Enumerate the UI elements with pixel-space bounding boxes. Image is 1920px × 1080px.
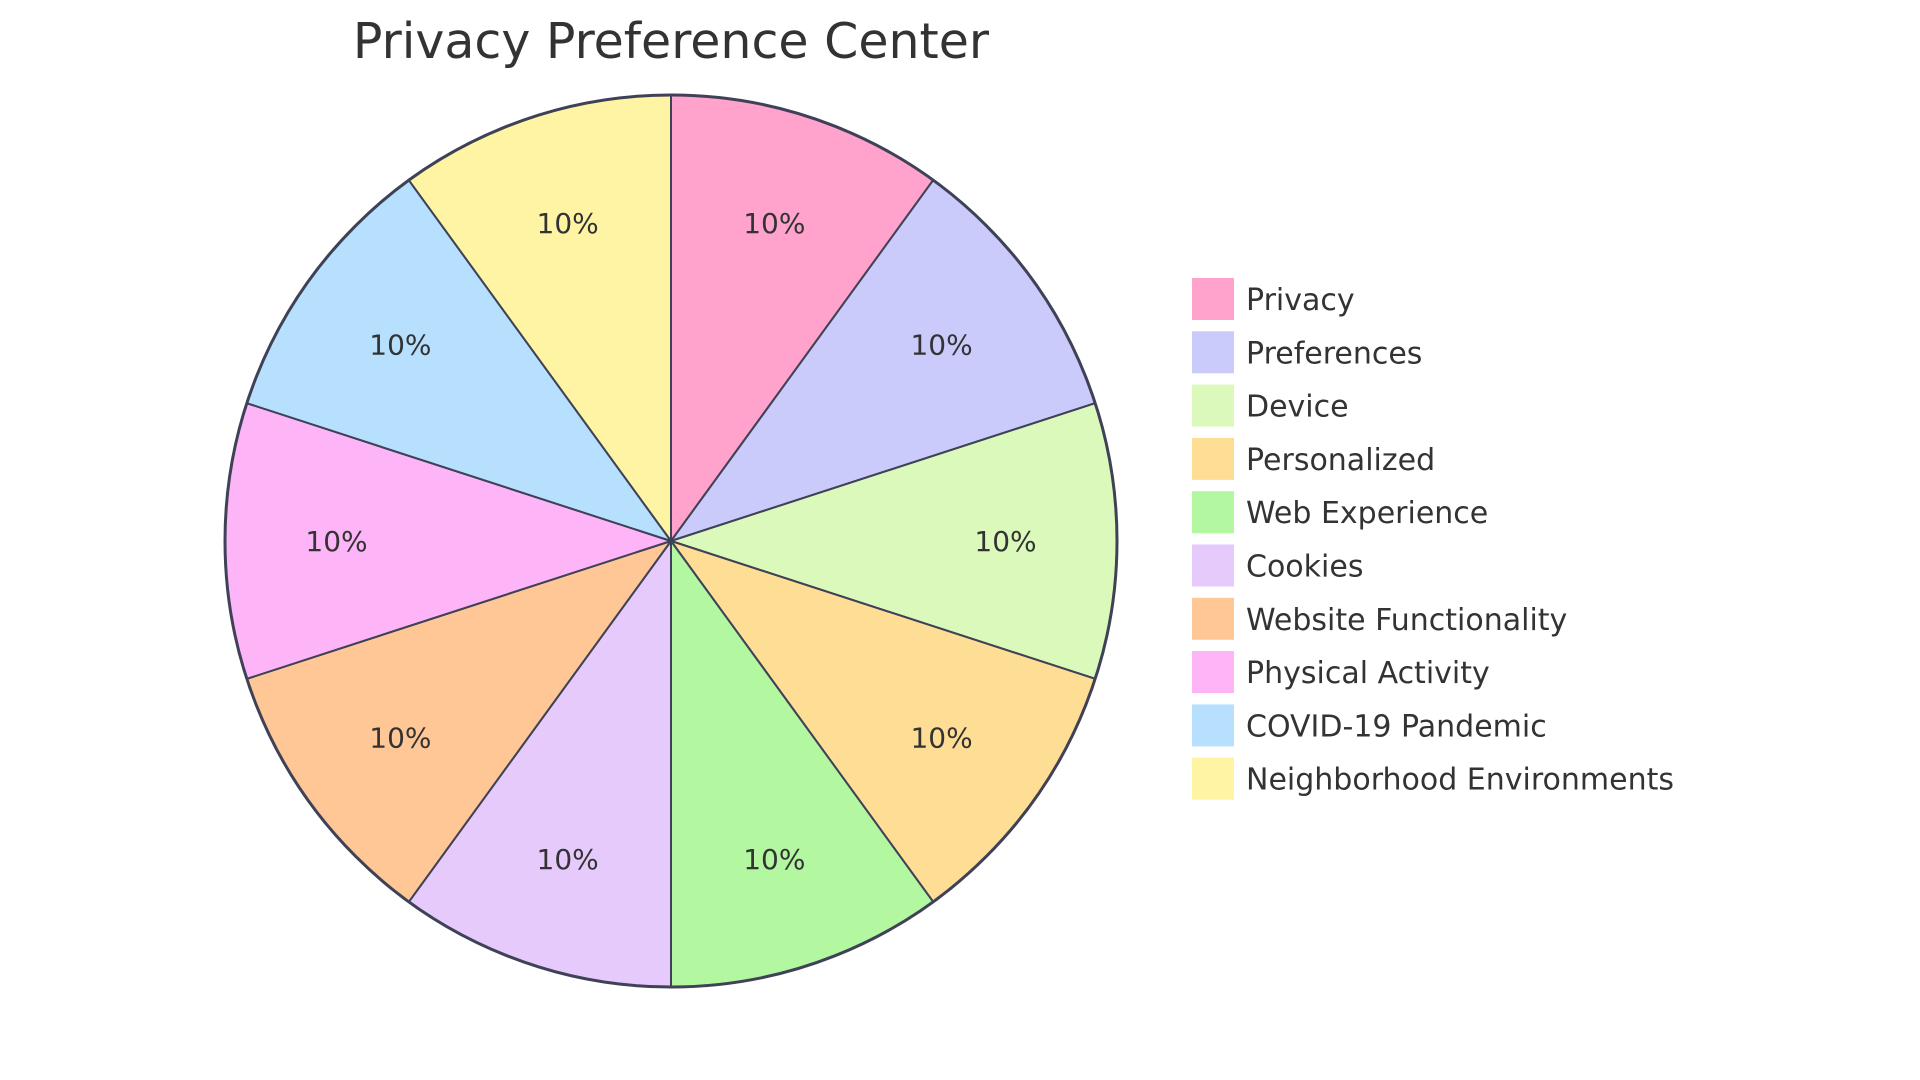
legend-label: COVID-19 Pandemic <box>1246 709 1547 744</box>
legend-swatch <box>1190 542 1236 589</box>
pie-chart: Privacy Preference Center 10% 10% 10% 10% 10… <box>223 13 1674 989</box>
legend-label: Web Experience <box>1246 496 1488 531</box>
legend-swatch <box>1190 435 1236 482</box>
legend-label: Personalized <box>1246 443 1435 478</box>
legend-label: Preferences <box>1246 336 1422 371</box>
legend-swatch <box>1190 649 1236 696</box>
legend-item[interactable]: Website Functionality <box>1190 595 1567 642</box>
slice-label: 10% <box>537 843 599 876</box>
slice-label: 10% <box>369 328 431 361</box>
legend-label: Privacy <box>1246 283 1355 318</box>
legend-item[interactable]: Preferences <box>1190 329 1422 376</box>
legend-item[interactable]: COVID-19 Pandemic <box>1190 702 1547 749</box>
chart-title: Privacy Preference Center <box>353 13 990 70</box>
legend-label: Neighborhood Environments <box>1246 763 1674 798</box>
legend-label: Website Functionality <box>1246 603 1567 638</box>
slice-label: 10% <box>974 525 1036 558</box>
slice-label: 10% <box>743 843 805 876</box>
legend: Privacy Preferences Device Personalized Web … <box>1190 276 1674 802</box>
legend-item[interactable]: Physical Activity <box>1190 649 1490 696</box>
slice-label: 10% <box>910 722 972 755</box>
legend-item[interactable]: Personalized <box>1190 435 1435 482</box>
legend-swatch <box>1190 595 1236 642</box>
slice-label: 10% <box>910 328 972 361</box>
legend-item[interactable]: Device <box>1190 382 1349 429</box>
slice-label: 10% <box>743 207 805 240</box>
legend-swatch <box>1190 702 1236 749</box>
legend-swatch <box>1190 755 1236 802</box>
legend-item[interactable]: Privacy <box>1190 276 1355 322</box>
legend-swatch <box>1190 329 1236 376</box>
slice-label: 10% <box>369 722 431 755</box>
slice-label: 10% <box>537 207 599 240</box>
legend-label: Cookies <box>1246 550 1363 585</box>
legend-label: Physical Activity <box>1246 656 1490 691</box>
legend-swatch <box>1190 276 1236 322</box>
slice-label: 10% <box>305 525 367 558</box>
legend-swatch <box>1190 382 1236 429</box>
chart-stage: Privacy Preference Center 10% 10% 10% 10% 10… <box>0 0 1920 1080</box>
legend-item[interactable]: Neighborhood Environments <box>1190 755 1674 802</box>
legend-label: Device <box>1246 390 1349 425</box>
legend-item[interactable]: Cookies <box>1190 542 1363 589</box>
legend-swatch <box>1190 489 1236 536</box>
legend-item[interactable]: Web Experience <box>1190 489 1488 536</box>
